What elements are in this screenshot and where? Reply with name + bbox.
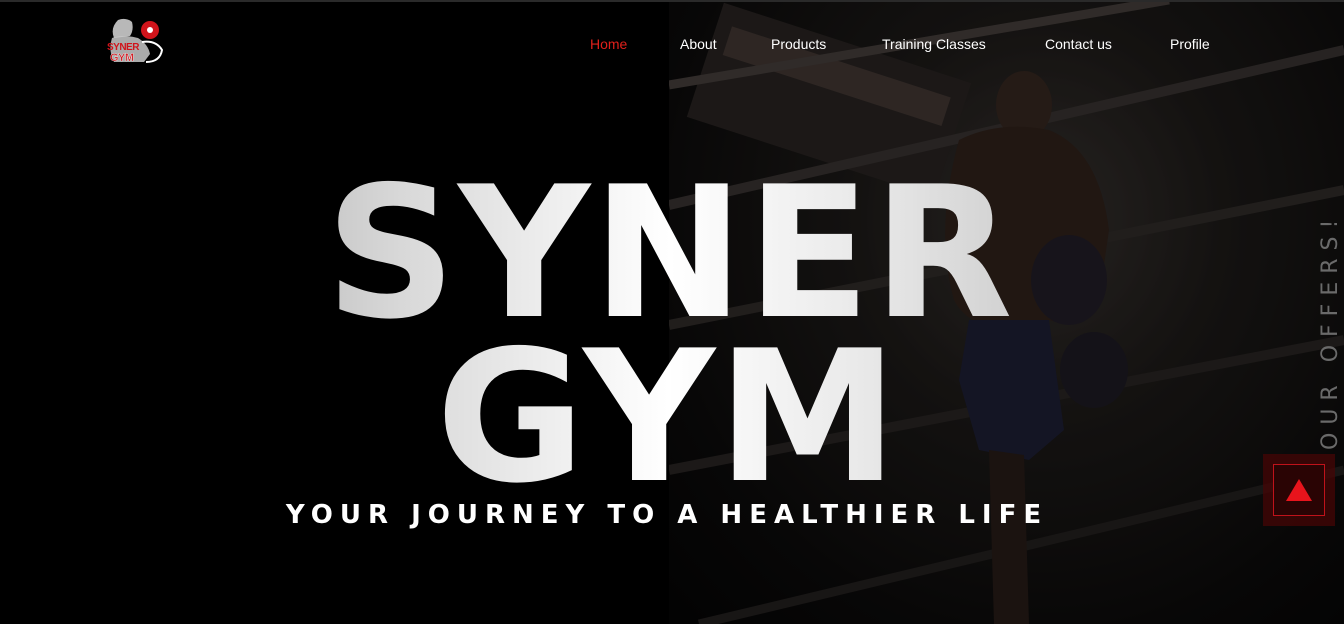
- nav-link-home[interactable]: Home: [590, 36, 627, 52]
- nav-link-contact-us[interactable]: Contact us: [1045, 36, 1112, 52]
- our-offers-side-link[interactable]: OUR OFFERS!: [1318, 180, 1343, 450]
- hero-tagline: YOUR JOURNEY TO A HEALTHIER LIFE: [285, 500, 1049, 530]
- scroll-to-top-button[interactable]: [1263, 454, 1335, 526]
- scroll-to-top-frame: [1273, 464, 1325, 516]
- nav-link-profile[interactable]: Profile: [1170, 36, 1210, 52]
- nav-link-training-classes[interactable]: Training Classes: [882, 36, 986, 52]
- hero-title-line2: GYM: [0, 326, 1340, 508]
- top-border: [0, 0, 1344, 2]
- nav-link-products[interactable]: Products: [771, 36, 826, 52]
- landing-page: SYNER GYM Home About Products Training C…: [0, 0, 1344, 624]
- triangle-up-icon: [1286, 479, 1312, 501]
- main-nav: Home About Products Training Classes Con…: [0, 36, 1344, 56]
- nav-link-about[interactable]: About: [680, 36, 717, 52]
- side-label-text: OUR OFFERS!: [1318, 211, 1343, 450]
